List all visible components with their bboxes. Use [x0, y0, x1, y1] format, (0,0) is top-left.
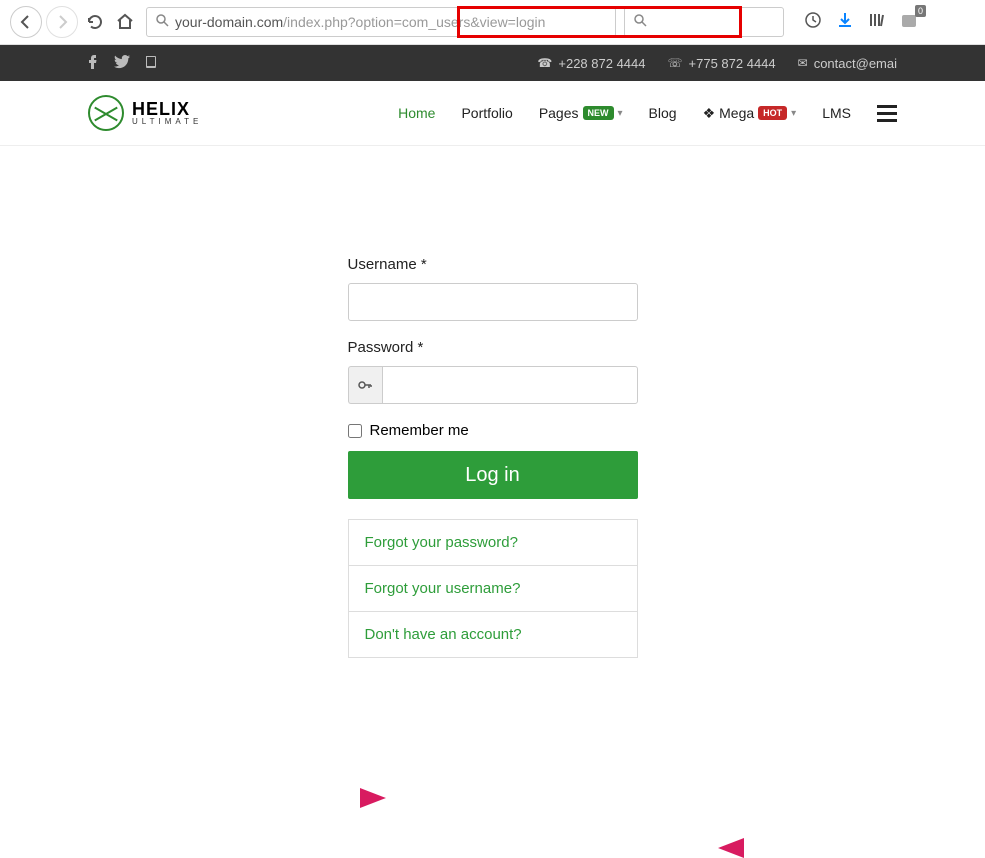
nav-home[interactable]: Home — [398, 105, 435, 121]
login-button[interactable]: Log in — [348, 451, 638, 499]
home-button[interactable] — [112, 9, 138, 35]
main-nav: HELIX ULTIMATE Home Portfolio Pages NEW … — [0, 81, 985, 146]
menu-button[interactable] — [877, 105, 897, 122]
phone1[interactable]: ☎+228 872 4444 — [537, 56, 645, 71]
search-icon — [633, 13, 647, 32]
logo-main: HELIX — [132, 100, 202, 118]
hot-badge: HOT — [758, 106, 787, 120]
mobile-icon: ☏ — [668, 56, 683, 70]
download-icon[interactable] — [836, 11, 854, 34]
arrow-annotation-left — [360, 788, 386, 808]
username-input[interactable] — [348, 283, 638, 321]
book-icon[interactable] — [144, 55, 158, 72]
password-label: Password * — [348, 339, 638, 356]
no-account-link[interactable]: Don't have an account? — [349, 612, 637, 657]
extension-badge: 0 — [915, 5, 926, 17]
cube-icon: ❖ — [703, 105, 716, 122]
phone-icon: ☎ — [537, 56, 552, 70]
search-icon — [155, 13, 169, 32]
logo-sub: ULTIMATE — [132, 118, 202, 126]
logo[interactable]: HELIX ULTIMATE — [88, 95, 202, 131]
remember-label: Remember me — [370, 422, 469, 439]
email[interactable]: ✉contact@emai — [798, 56, 897, 71]
chevron-down-icon: ▾ — [791, 108, 796, 119]
forgot-username-link[interactable]: Forgot your username? — [349, 566, 637, 612]
phone2[interactable]: ☏+775 872 4444 — [668, 56, 776, 71]
library-icon[interactable] — [868, 11, 886, 34]
forward-button[interactable] — [46, 6, 78, 38]
address-bar[interactable]: your-domain.com/index.php?option=com_use… — [146, 7, 616, 37]
reload-button[interactable] — [82, 9, 108, 35]
history-icon[interactable] — [804, 11, 822, 34]
nav-portfolio[interactable]: Portfolio — [461, 105, 512, 121]
browser-toolbar: your-domain.com/index.php?option=com_use… — [0, 0, 985, 45]
help-links: Forgot your password? Forgot your userna… — [348, 519, 638, 658]
nav-lms[interactable]: LMS — [822, 105, 851, 121]
browser-search-bar[interactable] — [624, 7, 784, 37]
nav-pages[interactable]: Pages NEW ▾ — [539, 105, 623, 121]
password-input[interactable] — [382, 366, 637, 404]
arrow-annotation-right — [718, 838, 744, 858]
new-badge: NEW — [583, 106, 614, 120]
url-text: your-domain.com/index.php?option=com_use… — [175, 14, 545, 30]
back-button[interactable] — [10, 6, 42, 38]
remember-checkbox[interactable] — [348, 424, 362, 438]
forgot-password-link[interactable]: Forgot your password? — [349, 520, 637, 566]
nav-mega[interactable]: ❖ Mega HOT ▾ — [703, 105, 797, 122]
logo-mark-icon — [88, 95, 124, 131]
key-icon — [348, 366, 383, 404]
topbar: ☎+228 872 4444 ☏+775 872 4444 ✉contact@e… — [0, 45, 985, 81]
username-label: Username * — [348, 256, 638, 273]
login-form: Username * Password * Remember me Log in… — [348, 256, 638, 658]
extension-icon[interactable]: 0 — [900, 11, 920, 34]
nav-blog[interactable]: Blog — [649, 105, 677, 121]
envelope-icon: ✉ — [798, 56, 808, 70]
facebook-icon[interactable] — [88, 55, 100, 72]
twitter-icon[interactable] — [114, 55, 130, 72]
chevron-down-icon: ▾ — [618, 108, 623, 119]
